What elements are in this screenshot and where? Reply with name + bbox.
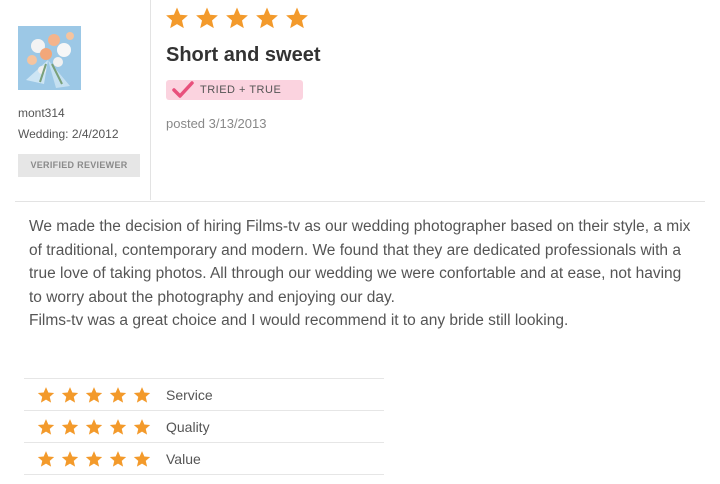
category-ratings: Service Quality Value (24, 378, 384, 475)
review-title: Short and sweet (166, 44, 321, 66)
star-icon (286, 7, 308, 29)
star-icon (61, 450, 79, 467)
rating-stars (37, 450, 151, 468)
star-icon (37, 386, 55, 403)
bouquet-icon (18, 26, 81, 90)
tried-true-badge: TRIED + TRUE (166, 80, 303, 100)
star-icon (85, 418, 103, 435)
review-body: We made the decision of hiring Films-tv … (29, 215, 694, 333)
star-icon (37, 450, 55, 467)
rating-label: Value (166, 450, 201, 467)
star-icon (166, 7, 188, 29)
wedding-date: Wedding: 2/4/2012 (18, 127, 119, 141)
checkmark-icon (172, 81, 194, 98)
reviewer-panel: mont314 Wedding: 2/4/2012 VERIFIED REVIE… (0, 0, 151, 200)
overall-rating-stars (165, 6, 309, 30)
reviewer-username[interactable]: mont314 (18, 106, 65, 120)
rating-stars (37, 386, 151, 404)
star-icon (133, 386, 151, 403)
posted-date: posted 3/13/2013 (166, 116, 267, 131)
star-icon (61, 418, 79, 435)
rating-stars (37, 418, 151, 436)
review-paragraph: We made the decision of hiring Films-tv … (29, 218, 691, 306)
rating-label: Service (166, 386, 213, 403)
rating-label: Quality (166, 418, 210, 435)
star-icon (133, 450, 151, 467)
star-icon (109, 386, 127, 403)
rating-row-value: Value (24, 442, 384, 475)
star-icon (196, 7, 218, 29)
star-icon (256, 7, 278, 29)
verified-reviewer-badge: VERIFIED REVIEWER (18, 154, 140, 177)
star-icon (37, 418, 55, 435)
review-paragraph: Films-tv was a great choice and I would … (29, 312, 569, 329)
star-icon (109, 418, 127, 435)
divider (15, 201, 705, 202)
badge-label: TRIED + TRUE (200, 84, 282, 96)
rating-row-quality: Quality (24, 410, 384, 442)
star-icon (109, 450, 127, 467)
star-icon (61, 386, 79, 403)
star-icon (85, 450, 103, 467)
rating-row-service: Service (24, 378, 384, 410)
star-icon (133, 418, 151, 435)
star-icon (226, 7, 248, 29)
star-icon (85, 386, 103, 403)
avatar[interactable] (18, 26, 81, 90)
